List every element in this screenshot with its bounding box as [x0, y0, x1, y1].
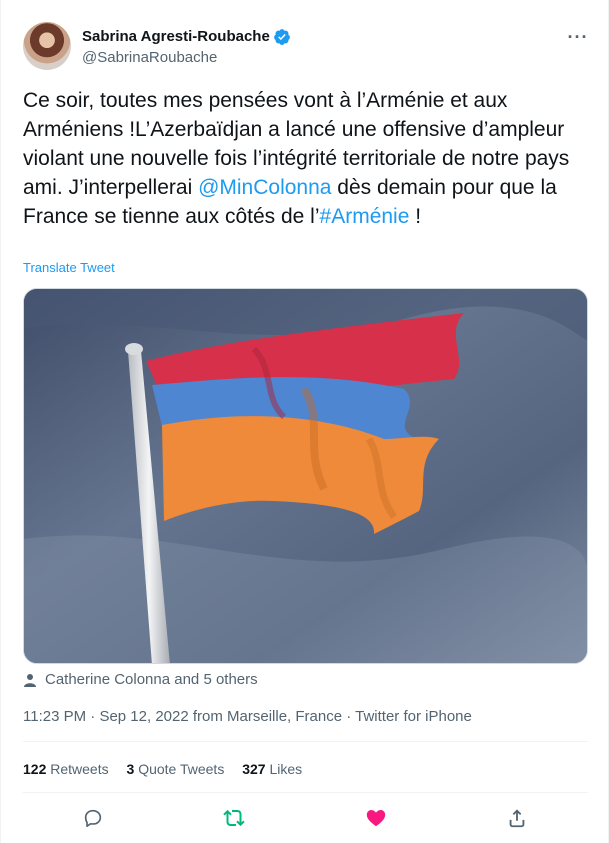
tweet-metadata: 11:23 PM · Sep 12, 2022 from Marseille, …	[23, 708, 472, 725]
armenian-flag-image	[24, 289, 587, 663]
separator: ·	[86, 708, 100, 725]
more-options-icon[interactable]: ···	[567, 26, 589, 48]
user-icon	[24, 674, 36, 687]
tweet-photo[interactable]	[23, 288, 588, 664]
retweet-button[interactable]	[222, 806, 246, 830]
share-icon	[509, 809, 525, 828]
tagged-users-link[interactable]: Catherine Colonna and 5 others	[45, 671, 258, 688]
reply-icon	[84, 809, 102, 828]
share-button[interactable]	[505, 806, 529, 830]
mention-link[interactable]: @MinColonna	[198, 176, 331, 199]
quote-tweets-label: Quote Tweets	[138, 761, 225, 777]
avatar[interactable]	[23, 22, 71, 70]
quote-tweets-stat[interactable]: 3 Quote Tweets	[127, 761, 225, 777]
hashtag-link[interactable]: #Arménie	[320, 205, 410, 228]
tweet-card: Sabrina Agresti-Roubache @SabrinaRoubach…	[0, 0, 609, 843]
tweet-client[interactable]: Twitter for iPhone	[355, 708, 472, 725]
like-button[interactable]	[364, 806, 388, 830]
likes-label: Likes	[269, 761, 303, 777]
retweets-stat[interactable]: 122 Retweets	[23, 761, 109, 777]
tweet-text: Ce soir, toutes mes pensées vont à l’Arm…	[23, 86, 593, 231]
likes-count: 327	[242, 761, 266, 777]
tweet-text-part: !	[409, 205, 422, 228]
quote-tweets-count: 3	[126, 761, 135, 777]
separator: ·	[342, 708, 356, 725]
verified-badge-icon	[274, 29, 290, 45]
likes-stat[interactable]: 327 Likes	[242, 761, 302, 777]
engagement-stats: 122 Retweets 3 Quote Tweets 327 Likes	[23, 761, 316, 777]
translate-tweet-link[interactable]: Translate Tweet	[23, 260, 115, 275]
tweet-time[interactable]: 11:23 PM	[23, 708, 86, 725]
retweets-count: 122	[23, 761, 47, 777]
divider	[23, 741, 588, 742]
retweet-icon	[223, 809, 245, 827]
divider	[23, 792, 588, 793]
author-handle[interactable]: @SabrinaRoubache	[82, 49, 217, 66]
retweets-label: Retweets	[50, 761, 109, 777]
heart-icon	[366, 810, 386, 827]
reply-button[interactable]	[81, 806, 105, 830]
tweet-location: from Marseille, France	[188, 708, 343, 725]
author-display-name[interactable]: Sabrina Agresti-Roubache	[82, 28, 270, 45]
tweet-date[interactable]: Sep 12, 2022	[99, 708, 188, 725]
